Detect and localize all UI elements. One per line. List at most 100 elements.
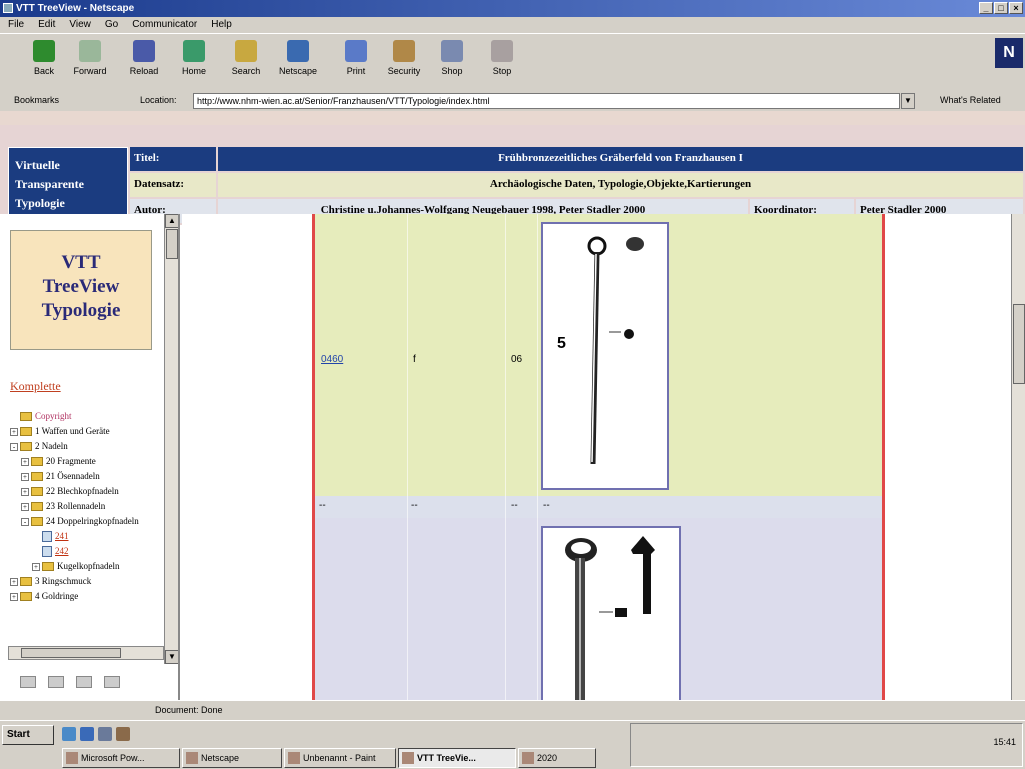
taskbar-button[interactable]: 2020 [518, 748, 596, 768]
expand-icon[interactable]: + [10, 577, 18, 586]
toolbar-button-label: Security [387, 66, 421, 76]
stop-icon [491, 40, 513, 62]
folder-icon [31, 517, 43, 526]
tree-node[interactable]: +22 Blechkopfnadeln [10, 484, 165, 499]
reload-button[interactable]: Reload [122, 40, 166, 76]
logo-line-2: Transparente [15, 177, 84, 191]
location-bar: Bookmarks Location: ▼ What's Related [0, 91, 1025, 111]
toolbar-button-label: Back [33, 66, 54, 76]
search-button[interactable]: Search [224, 40, 268, 76]
expand-icon[interactable]: + [21, 472, 29, 481]
taskbar-button[interactable]: Microsoft Pow... [62, 748, 180, 768]
expand-icon[interactable]: + [21, 502, 29, 511]
object-id-link[interactable]: 0460 [321, 354, 343, 365]
menu-edit[interactable]: Edit [38, 17, 55, 33]
pin-drawing-icon: 5 [557, 236, 644, 465]
expand-all-icon[interactable] [20, 676, 36, 688]
tree-node[interactable]: + Kugelkopfnadeln [10, 559, 165, 574]
expand-icon[interactable]: + [32, 562, 40, 571]
close-button[interactable]: × [1009, 2, 1023, 14]
komplette-link[interactable]: Komplette [10, 379, 61, 394]
home-button[interactable]: Home [172, 40, 216, 76]
taskbar-button-label: VTT TreeVie... [417, 753, 476, 763]
tree-node[interactable]: +1 Waffen und Geräte [10, 424, 165, 439]
tree-node[interactable]: +3 Ringschmuck [10, 574, 165, 589]
document-icon[interactable] [76, 676, 92, 688]
tree-node[interactable]: 241 [10, 529, 165, 544]
menu-view[interactable]: View [69, 17, 91, 33]
quicklaunch-ie-icon[interactable] [80, 727, 94, 741]
expand-icon[interactable]: + [21, 487, 29, 496]
header-row-datensatz: Datensatz: Archäologische Daten, Typolog… [130, 173, 1023, 197]
tree-node[interactable]: +4 Goldringe [10, 589, 165, 604]
tree-node[interactable]: - 2 Nadeln [10, 439, 165, 454]
menu-go[interactable]: Go [105, 17, 118, 33]
datensatz-label: Datensatz: [130, 173, 216, 197]
stop-button[interactable]: Stop [480, 40, 524, 76]
print-button[interactable]: Print [334, 40, 378, 76]
data-vscroll-thumb[interactable] [1013, 304, 1025, 384]
tree-horizontal-scrollbar[interactable] [8, 646, 164, 660]
maximize-button[interactable]: □ [994, 2, 1008, 14]
security-button[interactable]: Security [382, 40, 426, 76]
tree-vertical-scrollbar[interactable]: ▲ ▼ [164, 214, 178, 664]
menu-communicator[interactable]: Communicator [132, 17, 197, 33]
netscape-button[interactable]: Netscape [276, 40, 320, 76]
menu-file[interactable]: File [8, 17, 24, 33]
collapse-all-icon[interactable] [48, 676, 64, 688]
menu-bar: File Edit View Go Communicator Help [0, 17, 1025, 33]
windows-taskbar: Start Microsoft Pow... Netscape Unbenannt … [0, 720, 1025, 769]
navigation-toolbar: Back Forward Reload Home Search Netscape Print… [0, 33, 1025, 91]
logo-line-3: Typologie [15, 196, 65, 210]
scroll-up-arrow-icon[interactable]: ▲ [165, 214, 178, 228]
back-button[interactable]: Back [22, 40, 66, 76]
bookmarks-button[interactable]: Bookmarks [14, 95, 59, 105]
task-app-icon [288, 752, 300, 764]
menu-help[interactable]: Help [211, 17, 232, 33]
taskbar-button[interactable]: Unbenannt - Paint [284, 748, 396, 768]
taskbar-button[interactable]: VTT TreeVie... [398, 748, 516, 768]
folder-icon [31, 487, 43, 496]
folder-icon [20, 427, 32, 436]
expand-icon[interactable]: + [10, 592, 18, 601]
taskbar-button[interactable]: Netscape [182, 748, 282, 768]
data-vertical-scrollbar[interactable] [1011, 214, 1025, 700]
refresh-icon[interactable] [104, 676, 120, 688]
forward-arrow-icon [79, 40, 101, 62]
whats-related-button[interactable]: What's Related [940, 95, 1001, 105]
scroll-down-arrow-icon[interactable]: ▼ [165, 650, 178, 664]
minimize-button[interactable]: _ [979, 2, 993, 14]
tree-node-label: 21 Ösennadeln [46, 471, 100, 481]
tree-node-label: 20 Fragmente [46, 456, 96, 466]
folder-icon [31, 457, 43, 466]
quicklaunch-app-icon[interactable] [116, 727, 130, 741]
search-icon [235, 40, 257, 62]
status-text: Document: Done [155, 705, 223, 715]
tree-node[interactable]: Copyright [10, 409, 165, 424]
collapse-icon[interactable]: - [21, 517, 29, 526]
tree-node[interactable]: +20 Fragmente [10, 454, 165, 469]
taskbar-button-label: Microsoft Pow... [81, 753, 145, 763]
collapse-icon[interactable]: - [10, 442, 18, 451]
expand-icon[interactable]: + [10, 427, 18, 436]
tree-node[interactable]: +21 Ösennadeln [10, 469, 165, 484]
quicklaunch-outlook-icon[interactable] [98, 727, 112, 741]
tree-node-label: 241 [55, 531, 69, 541]
row2-cell-3: -- [511, 500, 518, 511]
tree-vscroll-thumb[interactable] [166, 229, 178, 259]
url-field[interactable] [193, 93, 900, 109]
shop-button[interactable]: Shop [430, 40, 474, 76]
start-button[interactable]: Start [2, 725, 54, 745]
reload-icon [133, 40, 155, 62]
url-dropdown-icon[interactable]: ▼ [901, 93, 915, 109]
quicklaunch-desktop-icon[interactable] [62, 727, 76, 741]
vtt-box-line-3: Typologie [41, 300, 121, 321]
expand-icon[interactable]: + [21, 457, 29, 466]
tree-hscroll-thumb[interactable] [21, 648, 121, 658]
task-app-icon [66, 752, 78, 764]
tree-node[interactable]: +23 Rollennadeln [10, 499, 165, 514]
forward-button[interactable]: Forward [68, 40, 112, 76]
tree-node[interactable]: 242 [10, 544, 165, 559]
tree-node[interactable]: - 24 Doppelringkopfnadeln [10, 514, 165, 529]
toolbar-button-label: Netscape [278, 66, 318, 76]
